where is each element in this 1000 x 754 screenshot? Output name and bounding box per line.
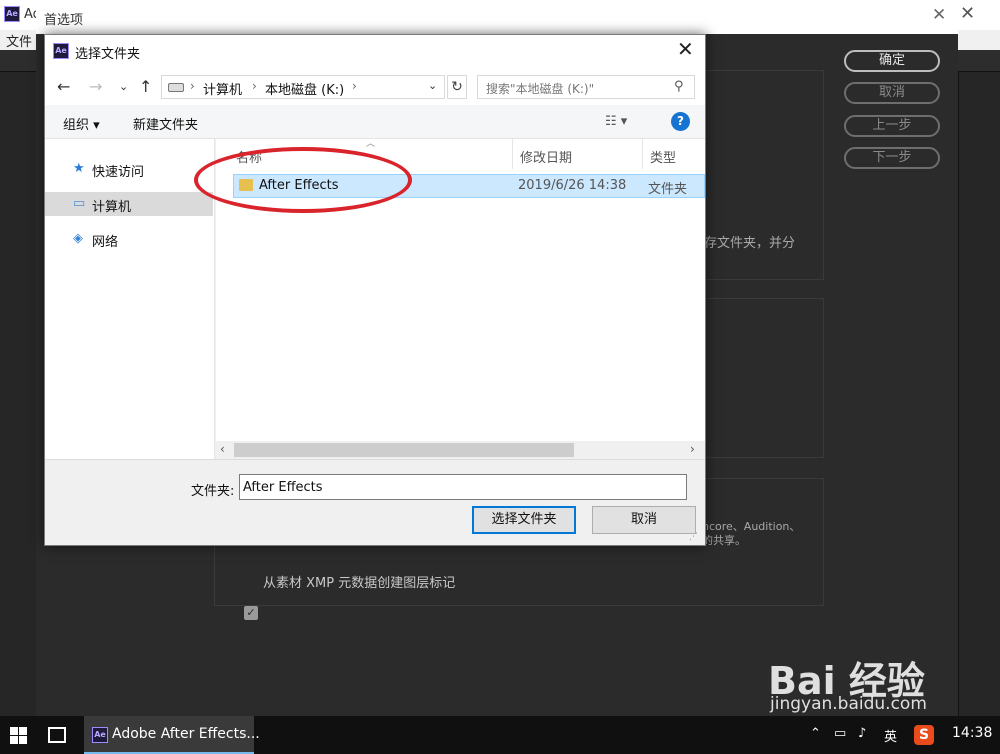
folder-field-label: 文件夹: [191, 484, 235, 499]
new-folder-button[interactable]: 新建文件夹 [133, 114, 198, 133]
resize-grip-icon[interactable]: ⋰ [689, 532, 698, 542]
navigation-pane: ★ 快速访问 ▭ 计算机 ◈ 网络 [45, 139, 215, 459]
scroll-right-icon[interactable]: › [690, 442, 695, 456]
sort-ascending-icon: ︿ [366, 139, 376, 149]
ae-menu-file[interactable]: 文件 [6, 31, 32, 50]
xmp-marker-label: 从素材 XMP 元数据创建图层标记 [263, 576, 456, 591]
column-divider[interactable] [512, 139, 513, 169]
breadcrumb-separator-icon[interactable]: › [190, 79, 195, 93]
search-placeholder: 搜索"本地磁盘 (K:)" [486, 82, 595, 96]
back-arrow-icon[interactable]: ← [57, 77, 70, 96]
dialog-footer: 文件夹: 选择文件夹 取消 ⋰ [45, 459, 705, 545]
nav-item-quick-access[interactable]: ★ 快速访问 [45, 157, 213, 181]
network-icon: ◈ [73, 231, 83, 246]
recent-locations-chevron-icon[interactable]: ⌄ [119, 80, 128, 93]
breadcrumb-drive-k[interactable]: 本地磁盘 (K:) [265, 79, 344, 98]
horizontal-scrollbar[interactable]: ‹ › [216, 441, 705, 459]
drive-icon [168, 83, 184, 92]
address-bar[interactable]: › 计算机 › 本地磁盘 (K:) › ⌄ [161, 75, 445, 99]
ae-logo-icon: Ae [92, 727, 108, 743]
scrollbar-thumb[interactable] [234, 443, 574, 457]
up-arrow-icon[interactable]: ↑ [139, 77, 152, 96]
column-header-date[interactable]: 修改日期 [520, 147, 572, 166]
ae-logo-icon: Ae [53, 43, 69, 59]
ae-logo-icon: Ae [4, 6, 20, 22]
taskbar: Ae Adobe After Effects... ⌃ ▭ ♪ 英 S 14:3… [0, 716, 1000, 754]
folder-input[interactable] [243, 478, 683, 496]
windows-start-icon[interactable] [10, 727, 27, 744]
xmp-marker-checkbox[interactable]: ✓ [244, 606, 258, 620]
taskbar-app-after-effects[interactable]: Ae Adobe After Effects... [84, 716, 260, 754]
file-type: 文件夹 [648, 182, 688, 197]
nav-item-label: 计算机 [92, 200, 132, 215]
file-date: 2019/6/26 14:38 [518, 178, 627, 193]
column-header-type[interactable]: 类型 [650, 147, 676, 166]
select-folder-button[interactable]: 选择文件夹 [472, 506, 576, 534]
nav-item-network[interactable]: ◈ 网络 [45, 227, 213, 251]
breadcrumb-computer[interactable]: 计算机 [203, 79, 242, 98]
sogou-ime-icon[interactable]: S [914, 725, 934, 745]
nav-item-computer[interactable]: ▭ 计算机 [45, 192, 213, 216]
network-tray-icon[interactable]: ▭ [834, 726, 846, 741]
column-divider[interactable] [642, 139, 643, 169]
preferences-title: 首选项 [44, 13, 84, 28]
breadcrumb-separator-icon[interactable]: › [252, 79, 257, 93]
taskbar-app-label: Adobe After Effects... [112, 726, 260, 742]
refresh-icon[interactable]: ↻ [447, 75, 467, 99]
previous-button[interactable]: 上一步 [844, 115, 940, 137]
baidu-watermark-url: jingyan.baidu.com [770, 694, 927, 714]
task-view-icon[interactable] [48, 727, 66, 743]
tray-chevron-icon[interactable]: ⌃ [810, 726, 821, 741]
computer-icon: ▭ [73, 196, 86, 211]
view-options-icon[interactable]: ☷ ▾ [605, 114, 627, 129]
command-bar: 组织 ▾ 新建文件夹 ☷ ▾ ? [45, 105, 705, 139]
cancel-button[interactable]: 取消 [592, 506, 696, 534]
address-dropdown-icon[interactable]: ⌄ [428, 79, 437, 92]
clock[interactable]: 14:38 [952, 725, 992, 741]
next-button[interactable]: 下一步 [844, 147, 940, 169]
scroll-left-icon[interactable]: ‹ [220, 442, 225, 456]
nav-item-label: 快速访问 [92, 165, 145, 180]
preferences-close-icon[interactable]: ✕ [932, 5, 946, 25]
ae-close-icon[interactable]: ✕ [960, 3, 975, 24]
dialog-title: 选择文件夹 [75, 47, 141, 62]
dialog-close-icon[interactable]: ✕ [677, 38, 694, 60]
pref-text-fragment: 的共享。 [702, 534, 746, 547]
pref-cancel-button[interactable]: 取消 [844, 82, 940, 104]
forward-arrow-icon[interactable]: → [89, 77, 102, 96]
ae-right-panel [958, 72, 1000, 716]
search-box[interactable]: 搜索"本地磁盘 (K:)" ⚲ [477, 75, 695, 99]
ok-button[interactable]: 确定 [844, 50, 940, 72]
annotation-ellipse [194, 147, 412, 213]
select-folder-dialog: Ae 选择文件夹 ✕ ← → ⌄ ↑ › 计算机 › 本地磁盘 (K:) › ⌄… [44, 34, 706, 546]
preferences-titlebar: 首选项 ✕ [36, 0, 958, 34]
breadcrumb-separator-icon[interactable]: › [352, 79, 357, 93]
navigation-bar: ← → ⌄ ↑ › 计算机 › 本地磁盘 (K:) › ⌄ ↻ 搜索"本地磁盘 … [45, 67, 705, 105]
organize-menu[interactable]: 组织 ▾ [63, 114, 100, 133]
volume-icon[interactable]: ♪ [858, 726, 866, 741]
nav-item-label: 网络 [92, 235, 119, 250]
dialog-titlebar: Ae 选择文件夹 ✕ [45, 35, 705, 67]
ime-indicator[interactable]: 英 [884, 726, 897, 745]
folder-field[interactable] [239, 474, 687, 500]
search-icon[interactable]: ⚲ [674, 79, 684, 94]
star-icon: ★ [73, 161, 85, 176]
pref-text-fragment: 存文件夹，并分 [704, 236, 796, 251]
help-icon[interactable]: ? [671, 112, 690, 131]
